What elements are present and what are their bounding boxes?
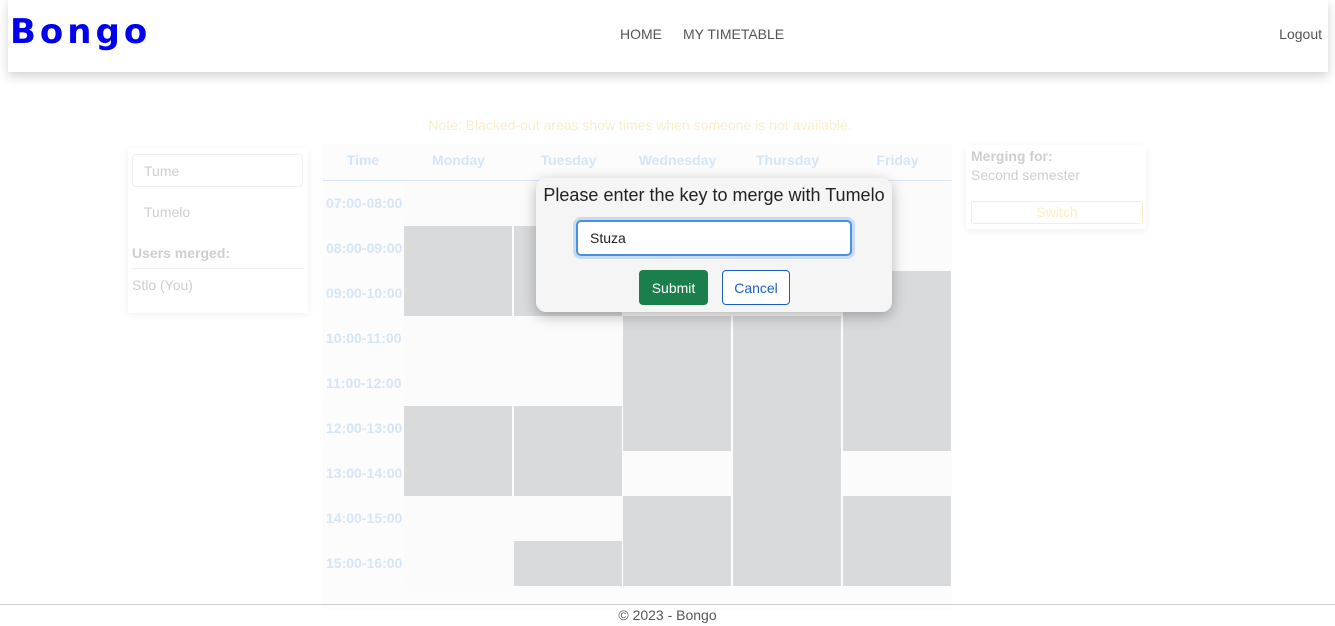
- unavailable-slot: [623, 541, 732, 586]
- header-thursday: Thursday: [755, 152, 819, 168]
- time-slot-label: 09:00-10:00: [326, 285, 403, 301]
- available-slot: [843, 451, 952, 496]
- available-slot: [514, 361, 623, 406]
- available-slot: [404, 496, 513, 541]
- availability-note: Note: Blacked-out areas show times when …: [428, 117, 852, 133]
- available-slot: [404, 181, 513, 226]
- header-monday: Monday: [432, 152, 485, 168]
- available-slot: [514, 316, 623, 361]
- users-merged-heading: Users merged:: [132, 245, 231, 261]
- merging-for-heading: Merging for:: [971, 148, 1053, 164]
- header-friday: Friday: [876, 152, 919, 168]
- unavailable-slot: [843, 316, 952, 361]
- unavailable-slot: [733, 406, 842, 451]
- merge-key-input[interactable]: [576, 220, 852, 256]
- unavailable-slot: [843, 361, 952, 406]
- brand-logo[interactable]: Bongo: [10, 12, 151, 52]
- unavailable-slot: [733, 361, 842, 406]
- footer-divider: [0, 604, 1335, 605]
- semester-label: Second semester: [971, 167, 1080, 183]
- available-slot: [623, 451, 732, 496]
- time-slot-label: 13:00-14:00: [326, 465, 403, 481]
- time-slot-label: 14:00-15:00: [326, 510, 403, 526]
- unavailable-slot: [404, 226, 513, 271]
- unavailable-slot: [404, 271, 513, 316]
- unavailable-slot: [843, 496, 952, 541]
- unavailable-slot: [623, 316, 732, 361]
- search-result-item[interactable]: Tumelo: [144, 204, 190, 220]
- unavailable-slot: [733, 496, 842, 541]
- time-slot-label: 07:00-08:00: [326, 195, 403, 211]
- navbar: Bongo HOME MY TIMETABLE Logout: [8, 0, 1328, 72]
- header-time: Time: [346, 152, 380, 168]
- unavailable-slot: [404, 406, 513, 451]
- available-slot: [404, 541, 513, 586]
- unavailable-slot: [843, 541, 952, 586]
- merged-user-item: Stlo (You): [132, 277, 193, 293]
- time-slot-label: 11:00-12:00: [326, 375, 402, 391]
- unavailable-slot: [733, 541, 842, 586]
- user-search-input[interactable]: Tume: [132, 154, 303, 187]
- divider: [132, 268, 304, 269]
- unavailable-slot: [514, 541, 623, 586]
- unavailable-slot: [404, 451, 513, 496]
- unavailable-slot: [514, 406, 623, 451]
- time-slot-label: 15:00-16:00: [326, 555, 403, 571]
- header-wednesday: Wednesday: [638, 152, 717, 168]
- switch-button[interactable]: Switch: [971, 201, 1143, 224]
- unavailable-slot: [733, 451, 842, 496]
- nav-home-link[interactable]: HOME: [620, 26, 662, 42]
- user-search-panel: Tume Tumelo Users merged: Stlo (You): [128, 148, 308, 313]
- merge-key-dialog: Please enter the key to merge with Tumel…: [536, 178, 892, 312]
- time-slot-label: 08:00-09:00: [326, 240, 403, 256]
- available-slot: [404, 316, 513, 361]
- available-slot: [514, 496, 623, 541]
- header-tuesday: Tuesday: [540, 152, 597, 168]
- unavailable-slot: [843, 406, 952, 451]
- logout-link[interactable]: Logout: [1279, 26, 1322, 42]
- dialog-title: Please enter the key to merge with Tumel…: [543, 185, 885, 205]
- merge-info-panel: Merging for: Second semester Switch: [966, 145, 1146, 229]
- unavailable-slot: [623, 361, 732, 406]
- unavailable-slot: [623, 496, 732, 541]
- unavailable-slot: [733, 316, 842, 361]
- submit-button[interactable]: Submit: [639, 270, 708, 305]
- cancel-button[interactable]: Cancel: [722, 270, 790, 305]
- unavailable-slot: [623, 406, 732, 451]
- unavailable-slot: [514, 451, 623, 496]
- time-slot-label: 12:00-13:00: [326, 420, 403, 436]
- nav-my-timetable-link[interactable]: MY TIMETABLE: [683, 26, 784, 42]
- footer-copyright: © 2023 - Bongo: [618, 607, 717, 623]
- available-slot: [404, 361, 513, 406]
- time-slot-label: 10:00-11:00: [326, 330, 402, 346]
